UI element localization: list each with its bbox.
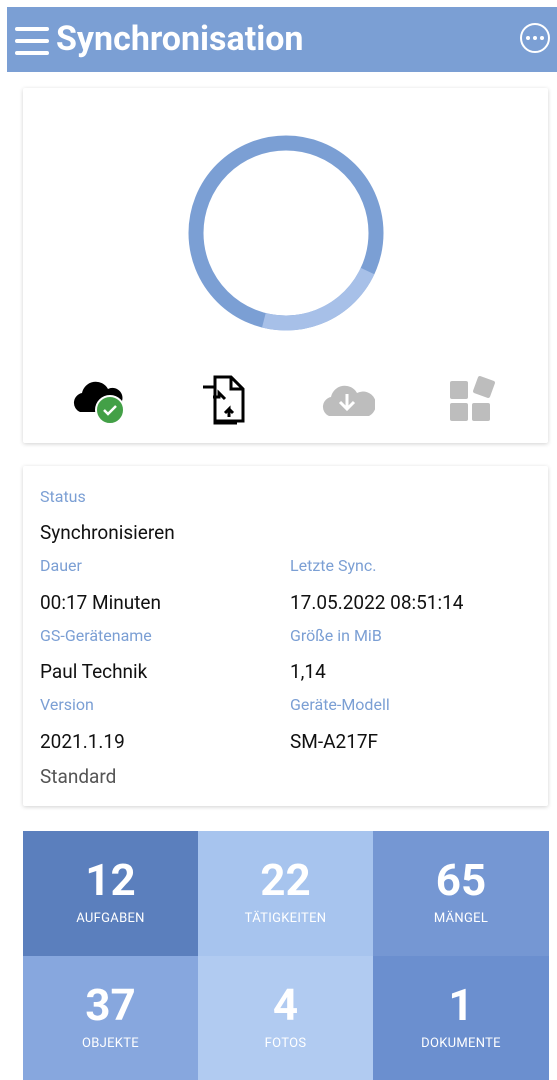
- cloud-download-icon: [322, 385, 375, 416]
- cloud-check-icon: [73, 381, 125, 425]
- size-label: Größe in MiB: [290, 626, 382, 645]
- tile-label: MÄNGEL: [433, 911, 489, 926]
- tile-maengel[interactable]: 65 MÄNGEL: [373, 831, 549, 956]
- app-bar: Synchronisation: [7, 7, 557, 72]
- tile-fotos[interactable]: 4 FOTOS: [198, 956, 373, 1080]
- more-options-icon[interactable]: [520, 23, 550, 53]
- version-label: Version: [40, 695, 94, 714]
- duration-value: 00:17 Minuten: [40, 591, 161, 614]
- duration-label: Dauer: [40, 556, 82, 575]
- modules-icon: [450, 376, 495, 421]
- tile-dokumente[interactable]: 1 DOKUMENTE: [373, 956, 549, 1080]
- tile-label: FOTOS: [264, 1036, 307, 1051]
- tile-count: 65: [435, 854, 487, 906]
- size-value: 1,14: [290, 660, 326, 683]
- device-name-label: GS-Gerätename: [40, 626, 152, 645]
- sync-progress-ring: [188, 135, 384, 331]
- status-label: Status: [40, 487, 86, 506]
- tile-label: OBJEKTE: [81, 1036, 139, 1051]
- tile-aufgaben[interactable]: 12 AUFGABEN: [23, 831, 198, 956]
- page-title: Synchronisation: [56, 19, 304, 59]
- version-value: 2021.1.19: [40, 730, 125, 753]
- documents-sync-icon: [203, 375, 245, 425]
- statistics-grid: 12 AUFGABEN 22 TÄTIGKEITEN 65 MÄNGEL 37 …: [23, 831, 549, 1080]
- tile-label: DOKUMENTE: [421, 1036, 501, 1051]
- status-value: Synchronisieren: [40, 521, 175, 544]
- last-sync-label: Letzte Sync.: [290, 556, 377, 575]
- tile-label: AUFGABEN: [76, 911, 145, 926]
- tile-count: 37: [85, 979, 136, 1031]
- sync-progress-card: [23, 88, 548, 443]
- edition-value: Standard: [40, 765, 117, 788]
- model-value: SM-A217F: [290, 730, 379, 753]
- tile-objekte[interactable]: 37 OBJEKTE: [23, 956, 198, 1080]
- last-sync-value: 17.05.2022 08:51:14: [290, 591, 464, 614]
- tile-count: 12: [85, 854, 136, 906]
- sync-info-card: Status Synchronisieren Dauer 00:17 Minut…: [23, 466, 548, 806]
- tile-count: 4: [272, 979, 299, 1031]
- tile-count: 1: [448, 979, 474, 1031]
- hamburger-menu-icon[interactable]: [15, 27, 49, 55]
- model-label: Geräte-Modell: [290, 695, 390, 714]
- tile-count: 22: [260, 854, 311, 906]
- tile-taetigkeiten[interactable]: 22 TÄTIGKEITEN: [198, 831, 373, 956]
- device-name-value: Paul Technik: [40, 660, 148, 683]
- tile-label: TÄTIGKEITEN: [244, 911, 327, 926]
